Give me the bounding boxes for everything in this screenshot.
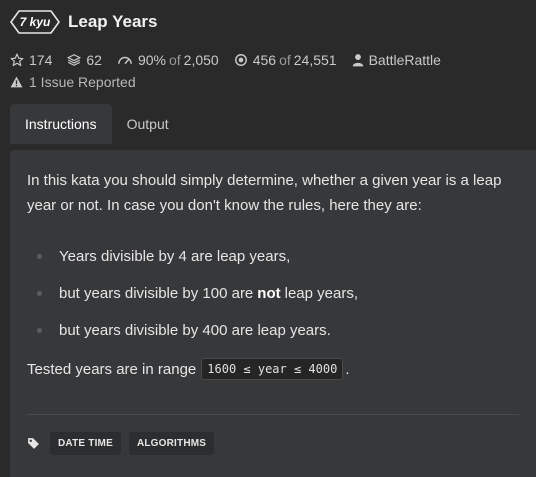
rule-text: Years divisible by 4 are leap years, [59,248,291,265]
issues-link[interactable]: 1 Issue Reported [10,74,136,90]
intro-text: In this kata you should simply determine… [27,172,502,214]
kata-title: Leap Years [68,12,158,31]
author-name: BattleRattle [368,52,441,68]
kata-stats: 174 62 90% of 2,050 456 of 24,551 Battle… [10,52,456,68]
bullet-icon [37,254,42,259]
satisfaction-stat: 90% of 2,050 [117,52,219,68]
rules-list: Years divisible by 4 are leap years, but… [37,238,358,349]
list-item: but years divisible by 100 are not leap … [37,275,358,312]
satisfaction-votes: 2,050 [183,52,219,68]
collections-count: 62 [86,52,102,68]
completed-stat: 456 of 24,551 [234,52,337,68]
tab-bar: Instructions Output [10,104,184,144]
list-item: but years divisible by 400 are leap year… [37,312,358,349]
satisfaction-of: of [168,52,181,68]
bullet-icon [37,328,42,333]
warning-icon [10,76,23,88]
star-icon [10,53,24,67]
divider [27,414,519,415]
range-text: Tested years are in range 1600 ≤ year ≤ … [27,358,349,380]
list-item: Years divisible by 4 are leap years, [37,238,358,275]
tab-output[interactable]: Output [112,104,184,144]
rank-badge[interactable]: 7 kyu [10,10,60,34]
range-code: 1600 ≤ year ≤ 4000 [201,358,344,380]
tag-list: DATE TIME ALGORITHMS [27,432,222,455]
collections-stat[interactable]: 62 [67,52,102,68]
stars-stat[interactable]: 174 [10,52,52,68]
issues-label: 1 Issue Reported [29,74,136,90]
tab-instructions[interactable]: Instructions [10,104,112,144]
rule-text: but years divisible by 400 are leap year… [59,322,331,339]
tag-algorithms[interactable]: ALGORITHMS [128,432,215,455]
gauge-icon [118,56,132,65]
stars-count: 174 [29,52,53,68]
kata-header: 7 kyu Leap Years [10,10,157,34]
range-suffix: . [345,360,350,378]
tag-icon [27,437,40,450]
bullet-icon [37,291,42,296]
completed-count: 456 [252,52,277,68]
target-icon [234,54,247,66]
author-stat[interactable]: BattleRattle [352,52,441,68]
tag-date-time[interactable]: DATE TIME [50,432,121,455]
rule-text: but years divisible by 100 are [59,285,254,302]
description: In this kata you should simply determine… [27,168,527,218]
satisfaction-rate: 90% [137,52,166,68]
user-icon [352,54,363,67]
rule-text-after: leap years, [284,285,358,302]
completed-of: of [279,52,291,68]
rule-emphasis: not [257,285,281,302]
layers-icon [67,54,82,66]
instructions-panel: In this kata you should simply determine… [10,150,536,477]
rank-label: 7 kyu [19,15,51,29]
attempts-count: 24,551 [293,52,337,68]
range-prefix: Tested years are in range [27,360,197,378]
